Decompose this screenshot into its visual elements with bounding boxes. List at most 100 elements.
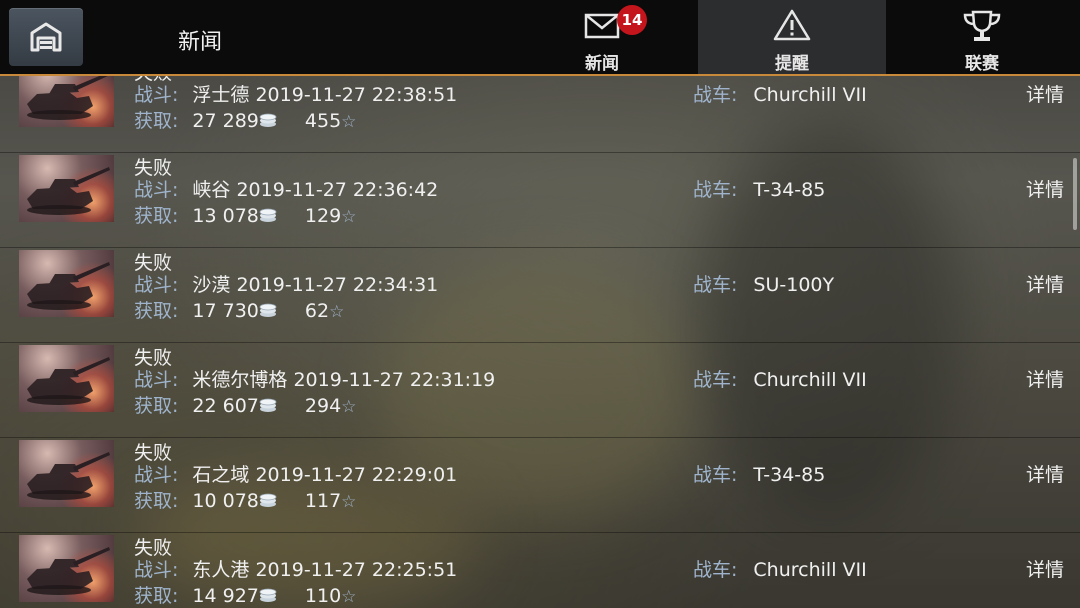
tank-icon: [27, 262, 110, 310]
warning-icon: [773, 9, 811, 41]
vehicle-name: SU-100Y: [753, 274, 835, 296]
home-button[interactable]: [9, 8, 83, 66]
battle-list[interactable]: 失败 战斗:浮士德 2019-11-27 22:38:51 获取:27 2894…: [0, 76, 1080, 608]
battle-row[interactable]: 失败 战斗: 米德尔博格 2019-11-27 22:31:19 获取: 22 60…: [0, 343, 1080, 438]
xp-value: 110: [304, 585, 342, 607]
tab-alerts[interactable]: 提醒: [698, 0, 886, 74]
battle-row[interactable]: 失败 战斗: 沙漠 2019-11-27 22:34:31 获取: 17 730 62…: [0, 248, 1080, 343]
tank-icon: [27, 167, 110, 215]
details-button[interactable]: 详情: [1026, 80, 1064, 107]
tank-icon: [27, 452, 110, 500]
garage-icon: [30, 22, 62, 52]
silver-coin-icon: [259, 493, 277, 507]
battle-datetime: 2019-11-27 22:29:01: [255, 464, 458, 486]
reward-info: 获取: 14 927 110☆: [134, 581, 356, 608]
tank-icon: [27, 76, 108, 120]
details-button[interactable]: 详情: [1026, 175, 1064, 202]
details-button[interactable]: 详情: [1026, 555, 1064, 582]
map-name: 峡谷: [192, 179, 231, 201]
map-name: 石之域: [192, 464, 250, 486]
mail-icon: [584, 13, 620, 39]
trophy-icon: [963, 10, 1001, 41]
page-title: 新闻: [178, 30, 223, 55]
star-icon: ☆: [341, 207, 357, 227]
battle-row[interactable]: 失败 战斗:浮士德 2019-11-27 22:38:51 获取:27 2894…: [0, 76, 1080, 153]
battle-info: 战斗: 石之域 2019-11-27 22:29:01: [134, 460, 457, 487]
battle-label: 战斗:: [134, 464, 179, 486]
silver-coin-icon: [259, 113, 277, 127]
notification-badge: 14: [617, 5, 647, 35]
vehicle-info: 战车: Churchill VII: [693, 80, 867, 107]
star-icon: ☆: [341, 587, 357, 607]
tab-league[interactable]: 联赛: [888, 0, 1076, 74]
tank-thumbnail: [19, 155, 114, 222]
reward-info: 获取: 10 078 117☆: [134, 486, 356, 513]
reward-info: 获取: 17 730 62☆: [134, 296, 344, 323]
vehicle-info: 战车: SU-100Y: [693, 270, 834, 297]
silver-coin-icon: [259, 398, 277, 412]
scrollbar[interactable]: [1073, 158, 1077, 230]
silver-coin-icon: [259, 303, 277, 317]
battle-datetime: 2019-11-27 22:38:51: [255, 84, 458, 106]
tank-thumbnail: [19, 535, 114, 602]
map-name: 米德尔博格: [192, 369, 288, 391]
reward-label: 获取:: [134, 490, 179, 512]
vehicle-info: 战车: T-34-85: [693, 460, 825, 487]
vehicle-name: Churchill VII: [753, 84, 867, 106]
vehicle-info: 战车: T-34-85: [693, 175, 825, 202]
battle-row[interactable]: 失败 战斗: 峡谷 2019-11-27 22:36:42 获取: 13 078 12…: [0, 153, 1080, 248]
vehicle-label: 战车:: [693, 464, 738, 486]
reward-label: 获取:: [134, 205, 179, 227]
vehicle-label: 战车:: [693, 84, 738, 106]
reward-label: 获取:: [134, 110, 179, 132]
vehicle-name: Churchill VII: [753, 559, 867, 581]
vehicle-name: T-34-85: [753, 464, 826, 486]
vehicle-label: 战车:: [693, 369, 738, 391]
details-button[interactable]: 详情: [1026, 270, 1064, 297]
battle-row[interactable]: 失败 战斗: 东人港 2019-11-27 22:25:51 获取: 14 927 1…: [0, 533, 1080, 608]
map-name: 东人港: [192, 559, 250, 581]
reward-info: 获取: 13 078 129☆: [134, 201, 356, 228]
tank-icon: [27, 357, 110, 405]
battle-label: 战斗:: [134, 179, 179, 201]
vehicle-name: Churchill VII: [753, 369, 867, 391]
map-name: 沙漠: [192, 274, 231, 296]
reward-label: 获取:: [134, 395, 179, 417]
silver-coin-icon: [259, 588, 277, 602]
vehicle-label: 战车:: [693, 179, 738, 201]
xp-value: 455: [304, 110, 342, 132]
tab-news-label: 新闻: [585, 54, 619, 74]
tab-news[interactable]: 14 新闻: [508, 0, 696, 74]
tank-thumbnail: [19, 440, 114, 507]
details-button[interactable]: 详情: [1026, 460, 1064, 487]
xp-value: 294: [304, 395, 342, 417]
battle-datetime: 2019-11-27 22:31:19: [293, 369, 496, 391]
vehicle-label: 战车:: [693, 274, 738, 296]
credits-value: 13 078: [192, 205, 259, 227]
vehicle-label: 战车:: [693, 559, 738, 581]
reward-label: 获取:: [134, 585, 179, 607]
credits-value: 14 927: [192, 585, 259, 607]
reward-label: 获取:: [134, 300, 179, 322]
credits-value: 27 289: [192, 110, 259, 132]
tank-thumbnail: [19, 76, 114, 127]
star-icon: ☆: [329, 302, 345, 322]
vehicle-info: 战车: Churchill VII: [693, 555, 867, 582]
battle-label: 战斗:: [134, 559, 179, 581]
credits-value: 10 078: [192, 490, 259, 512]
battle-datetime: 2019-11-27 22:36:42: [236, 179, 439, 201]
details-button[interactable]: 详情: [1026, 365, 1064, 392]
vehicle-info: 战车: Churchill VII: [693, 365, 867, 392]
xp-value: 117: [304, 490, 342, 512]
battle-row[interactable]: 失败 战斗: 石之域 2019-11-27 22:29:01 获取: 10 078 1…: [0, 438, 1080, 533]
credits-value: 22 607: [192, 395, 259, 417]
reward-info: 获取: 22 607 294☆: [134, 391, 356, 418]
battle-datetime: 2019-11-27 22:25:51: [255, 559, 458, 581]
credits-value: 17 730: [192, 300, 259, 322]
reward-info: 获取: 27 289 455☆: [134, 106, 356, 133]
battle-label: 战斗:: [134, 369, 179, 391]
battle-label: 战斗:: [134, 84, 179, 106]
battle-info: 战斗: 峡谷 2019-11-27 22:36:42: [134, 175, 438, 202]
tank-thumbnail: [19, 345, 114, 412]
tank-thumbnail: [19, 250, 114, 317]
